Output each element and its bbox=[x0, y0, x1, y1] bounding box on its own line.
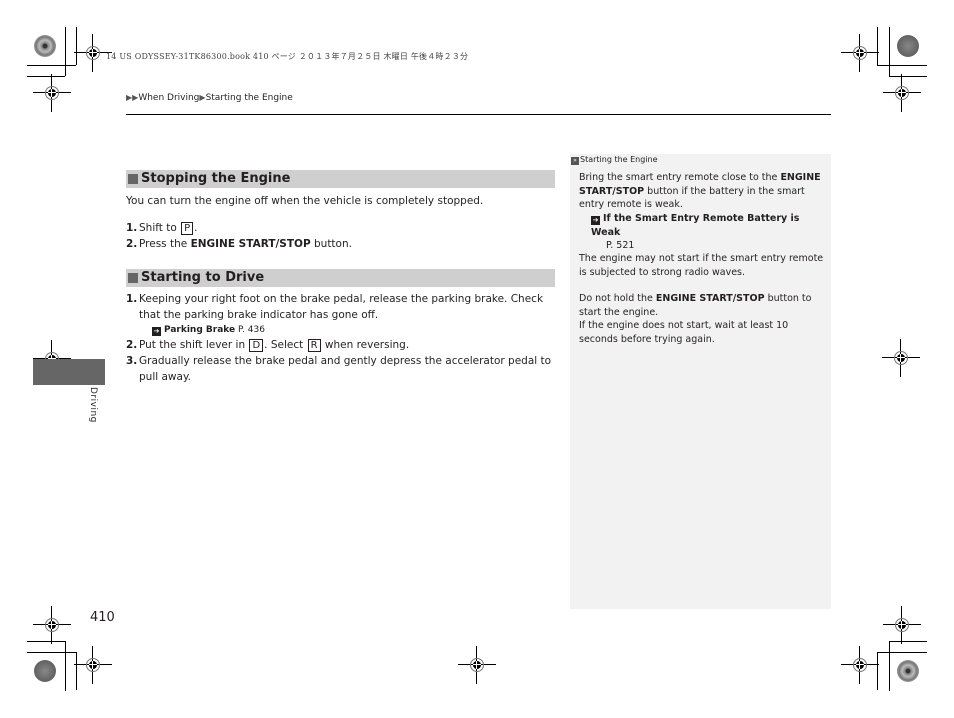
section-intro: You can turn the engine off when the veh… bbox=[126, 193, 556, 209]
registration-mark-icon bbox=[841, 646, 879, 684]
registration-mark-icon bbox=[883, 74, 921, 112]
square-bullet-icon bbox=[128, 174, 138, 184]
crop-line bbox=[889, 27, 890, 76]
sidebar-notes-panel: » Starting the Engine Bring the smart ent… bbox=[570, 154, 831, 609]
step-text: Gradually release the brake pedal and ge… bbox=[139, 355, 552, 383]
crop-line bbox=[877, 65, 927, 66]
breadcrumb: ▶▶When Driving▶Starting the Engine bbox=[126, 93, 293, 103]
paragraph-text: Do not hold the bbox=[579, 293, 653, 304]
crop-line bbox=[76, 27, 77, 65]
color-calibration-target-icon bbox=[34, 35, 56, 57]
crop-line bbox=[889, 641, 927, 642]
crop-line bbox=[27, 65, 76, 66]
intro-text: You can turn the engine off when the veh… bbox=[126, 195, 484, 207]
sidebar-heading-text: Starting the Engine bbox=[580, 155, 658, 164]
step-text: . bbox=[194, 222, 198, 234]
crop-line bbox=[889, 76, 927, 77]
list-item: 3. Gradually release the brake pedal and… bbox=[126, 353, 558, 385]
step-number: 1. bbox=[126, 222, 138, 234]
breadcrumb-item[interactable]: When Driving bbox=[138, 93, 199, 103]
step-number: 3. bbox=[126, 355, 138, 367]
crop-line bbox=[877, 27, 878, 65]
button-name: ENGINE START/STOP bbox=[190, 238, 311, 250]
list-item: 2. Put the shift lever in D. Select R wh… bbox=[126, 337, 558, 353]
step-text: Put the shift lever in bbox=[139, 339, 246, 351]
arrow-reference-icon: ➔ bbox=[591, 216, 600, 225]
step-text: button. bbox=[314, 238, 352, 250]
crop-line bbox=[877, 652, 927, 653]
registration-mark-icon bbox=[458, 646, 496, 684]
breadcrumb-item[interactable]: Starting the Engine bbox=[206, 93, 293, 103]
sidebar-heading: » Starting the Engine bbox=[571, 155, 658, 165]
section-title: Stopping the Engine bbox=[141, 171, 291, 186]
crop-line bbox=[65, 27, 66, 76]
step-text: . Select bbox=[264, 339, 304, 351]
step-text: Keeping your right foot on the brake ped… bbox=[139, 293, 544, 321]
crop-line bbox=[27, 641, 65, 642]
step-number: 2. bbox=[126, 339, 138, 351]
arrow-reference-icon: ➔ bbox=[152, 327, 161, 336]
shift-key-D: D bbox=[249, 339, 264, 352]
registration-mark-icon bbox=[74, 646, 112, 684]
square-bullet-icon bbox=[128, 273, 138, 283]
section-heading-bar: Stopping the Engine bbox=[126, 170, 555, 188]
sidebar-paragraph: The engine may not start if the smart en… bbox=[579, 253, 824, 278]
list-item: 2. Press the ENGINE START/STOP button. bbox=[126, 236, 556, 252]
chapter-tab[interactable] bbox=[33, 359, 105, 385]
section-title: Starting to Drive bbox=[141, 270, 265, 285]
step-text: when reversing. bbox=[324, 339, 410, 351]
chapter-label: Driving bbox=[88, 387, 98, 423]
list-item: 1. Keeping your right foot on the brake … bbox=[126, 291, 558, 337]
color-calibration-target-icon bbox=[34, 660, 56, 682]
xref-page[interactable]: P. 521 bbox=[591, 239, 827, 253]
header-divider bbox=[126, 114, 831, 115]
registration-mark-icon bbox=[882, 339, 920, 377]
print-job-header: 14 US ODYSSEY-31TK86300.book 410 ページ ２０１… bbox=[106, 52, 469, 61]
crop-line bbox=[27, 652, 76, 653]
breadcrumb-arrow-icon: ▶▶ bbox=[126, 93, 139, 102]
step-text: Press the bbox=[139, 238, 188, 250]
button-name: ENGINE START/STOP bbox=[655, 293, 765, 304]
crop-line bbox=[65, 641, 66, 691]
double-arrow-icon: » bbox=[571, 157, 579, 165]
crop-line bbox=[76, 652, 77, 690]
registration-mark-icon bbox=[33, 606, 71, 644]
crop-line bbox=[27, 76, 65, 77]
registration-mark-icon bbox=[841, 34, 879, 72]
shift-key-R: R bbox=[307, 339, 321, 352]
step-number: 1. bbox=[126, 293, 138, 305]
drive-steps-list: 1. Keeping your right foot on the brake … bbox=[126, 291, 558, 385]
color-calibration-target-icon bbox=[897, 660, 919, 682]
shift-key-P: P bbox=[181, 222, 194, 235]
registration-mark-icon bbox=[33, 74, 71, 112]
registration-mark-icon bbox=[883, 606, 921, 644]
stop-steps-list: 1. Shift to P. 2. Press the ENGINE START… bbox=[126, 220, 556, 252]
registration-mark-icon bbox=[74, 34, 112, 72]
step-text: Shift to bbox=[139, 222, 177, 234]
xref-title[interactable]: If the Smart Entry Remote Battery is Wea… bbox=[591, 213, 799, 238]
xref-page[interactable]: P. 436 bbox=[238, 325, 265, 335]
color-calibration-target-icon bbox=[897, 35, 919, 57]
list-item: 1. Shift to P. bbox=[126, 220, 556, 236]
sidebar-paragraph: Bring the smart entry remote close to th… bbox=[579, 171, 825, 212]
sidebar-paragraph: If the engine does not start, wait at le… bbox=[579, 320, 789, 345]
crop-line bbox=[877, 652, 878, 690]
step-number: 2. bbox=[126, 238, 138, 250]
sidebar-paragraph: Do not hold the ENGINE START/STOP button… bbox=[579, 292, 825, 319]
cross-reference-link[interactable]: ➔ If the Smart Entry Remote Battery is We… bbox=[591, 212, 827, 253]
page-number: 410 bbox=[90, 610, 115, 625]
crop-line bbox=[889, 641, 890, 691]
xref-title[interactable]: Parking Brake bbox=[164, 325, 235, 335]
cross-reference-link[interactable]: ➔ Parking Brake P. 436 bbox=[139, 323, 558, 337]
paragraph-text: Bring the smart entry remote close to th… bbox=[579, 172, 778, 183]
section-heading-bar: Starting to Drive bbox=[126, 269, 555, 287]
